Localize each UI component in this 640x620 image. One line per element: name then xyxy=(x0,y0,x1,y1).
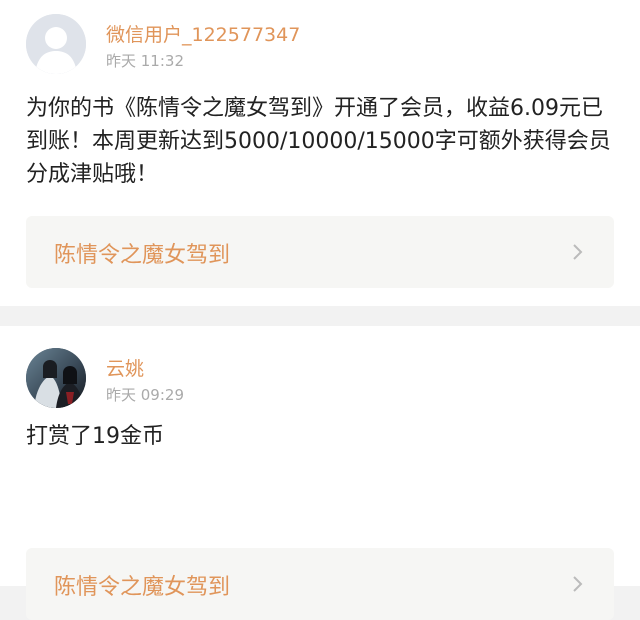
timestamp: 昨天 11:32 xyxy=(106,52,184,70)
default-avatar-icon[interactable] xyxy=(26,14,86,74)
user-row: 微信用户_122577347 昨天 11:32 xyxy=(26,14,586,74)
notification-card: 云姚 昨天 09:29 打赏了19金币 陈情令之魔女驾到 xyxy=(0,326,640,620)
username[interactable]: 云姚 xyxy=(106,354,144,381)
notification-message: 为你的书《陈情令之魔女驾到》开通了会员，收益6.09元已到账！本周更新达到500… xyxy=(26,96,611,187)
notification-card: 微信用户_122577347 昨天 11:32 为你的书《陈情令之魔女驾到》开通… xyxy=(0,0,640,306)
username[interactable]: 微信用户_122577347 xyxy=(106,20,300,47)
chevron-right-icon xyxy=(568,242,588,262)
timestamp: 昨天 09:29 xyxy=(106,386,184,404)
user-row: 云姚 昨天 09:29 xyxy=(26,348,586,408)
book-title: 陈情令之魔女驾到 xyxy=(54,575,231,600)
book-link[interactable]: 陈情令之魔女驾到 xyxy=(26,548,614,620)
profile-photo[interactable] xyxy=(26,348,86,408)
chevron-right-icon xyxy=(568,574,588,594)
book-title: 陈情令之魔女驾到 xyxy=(54,243,231,268)
notification-message: 打赏了19金币 xyxy=(26,424,164,449)
card-divider xyxy=(0,306,640,326)
book-link[interactable]: 陈情令之魔女驾到 xyxy=(26,216,614,288)
